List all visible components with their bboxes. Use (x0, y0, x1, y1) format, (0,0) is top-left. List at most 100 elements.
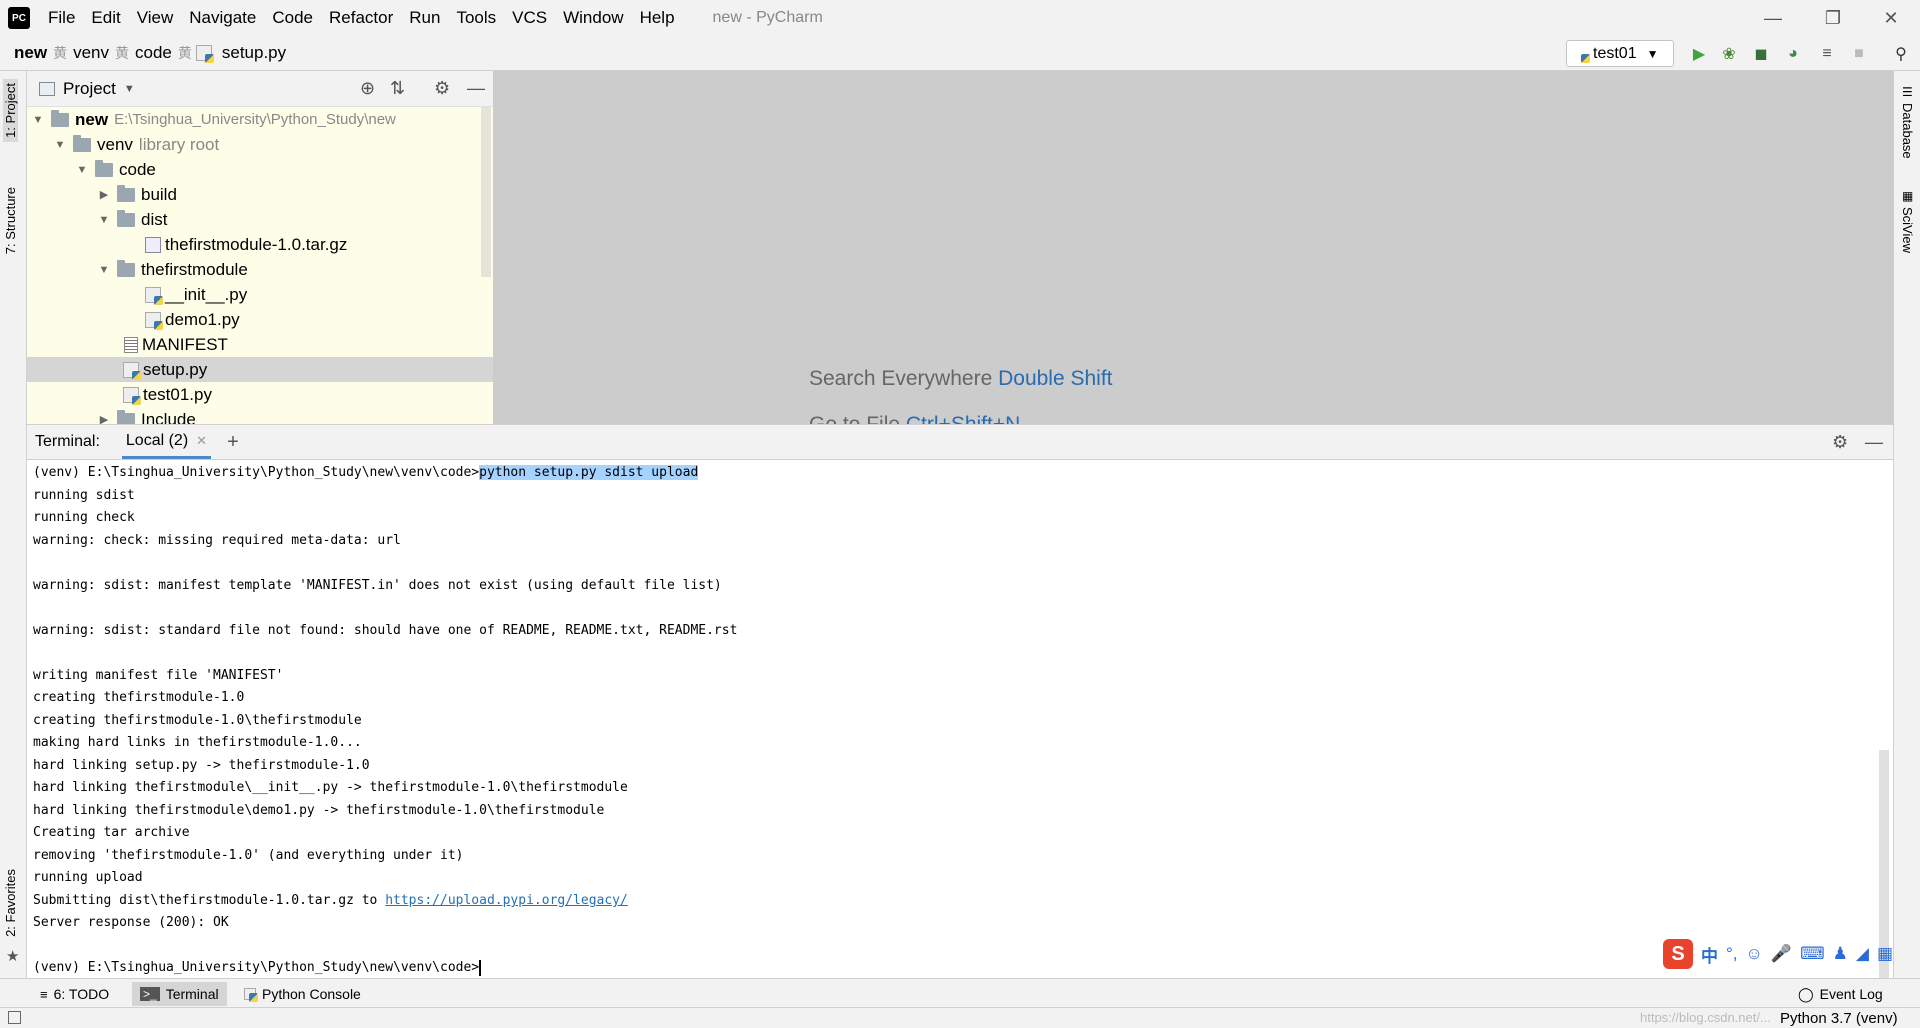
breadcrumb-new[interactable]: new (8, 43, 53, 63)
hint-shortcut: Ctrl+Shift+N (906, 413, 1020, 424)
menu-vcs[interactable]: VCS (504, 0, 555, 36)
breadcrumb-separator-icon: ⻩ (53, 45, 68, 61)
profile-icon[interactable]: ◕ (1782, 44, 1804, 64)
terminal-command-line: (venv) E:\Tsinghua_University\Python_Stu… (33, 463, 699, 483)
tab-structure[interactable]: 7: Structure (3, 187, 18, 254)
menu-window[interactable]: Window (555, 0, 631, 36)
tree-item-label: dist (141, 209, 168, 229)
tree-item-venv[interactable]: ▼ venv library root (27, 132, 493, 157)
terminal-line: Creating tar archive (33, 825, 190, 840)
tree-item-setup-py[interactable]: setup.py (27, 357, 493, 382)
close-icon[interactable]: ✕ (1866, 0, 1916, 36)
expanded-arrow-icon[interactable]: ▼ (75, 164, 89, 176)
menu-run[interactable]: Run (401, 0, 448, 36)
tree-item-new[interactable]: ▼ new E:\Tsinghua_University\Python_Stud… (27, 107, 493, 132)
right-tool-stripe: ☰ Database ▦ SciView (1893, 71, 1920, 978)
tree-item-dist[interactable]: ▼ dist (27, 207, 493, 232)
ime-language[interactable]: 中 (1701, 942, 1718, 967)
new-session-icon[interactable]: + (227, 431, 239, 454)
coverage-icon[interactable]: ◼ (1750, 44, 1772, 64)
menu-tools[interactable]: Tools (448, 0, 504, 36)
gear-icon[interactable]: ⚙ (434, 78, 450, 99)
tree-item-build[interactable]: ▶ build (27, 182, 493, 207)
run-icon[interactable]: ▶ (1688, 44, 1710, 64)
stop-icon[interactable]: ■ (1848, 44, 1870, 64)
terminal-output[interactable]: (venv) E:\Tsinghua_University\Python_Stu… (27, 460, 1893, 978)
gear-icon[interactable]: ⚙ (1832, 432, 1848, 453)
tree-item-code[interactable]: ▼ code (27, 157, 493, 182)
project-panel-title[interactable]: Project (63, 79, 116, 99)
menu-file[interactable]: File (40, 0, 83, 36)
menu-navigate[interactable]: Navigate (181, 0, 264, 36)
tree-item-label: venv (97, 134, 133, 154)
microphone-icon[interactable]: 🎤 (1771, 944, 1792, 964)
run-configuration-select[interactable]: test01 ▼ (1566, 40, 1674, 67)
close-tab-icon[interactable]: ✕ (196, 433, 207, 449)
restore-icon[interactable]: ❐ (1808, 0, 1858, 36)
terminal-line: running upload (33, 870, 143, 885)
collapsed-arrow-icon[interactable]: ▶ (97, 188, 111, 201)
expanded-arrow-icon[interactable]: ▼ (53, 139, 67, 151)
expanded-arrow-icon[interactable]: ▼ (31, 114, 45, 126)
project-panel: Project ▼ ⊕ ⇅ ⚙ — ▼ new E:\Tsinghua_Univ… (27, 71, 493, 424)
terminal-line: running check (33, 510, 135, 525)
ime-logo-icon[interactable]: S (1663, 939, 1693, 969)
emoji-icon[interactable]: ☺ (1746, 944, 1763, 964)
tab-database[interactable]: Database (1900, 103, 1915, 159)
expanded-arrow-icon[interactable]: ▼ (97, 264, 111, 276)
tab-project[interactable]: 1: Project (3, 79, 18, 142)
terminal-prompt: (venv) E:\Tsinghua_University\Python_Stu… (33, 960, 480, 975)
breadcrumb-venv[interactable]: venv (67, 43, 115, 63)
hide-icon[interactable]: — (1865, 432, 1883, 453)
chevron-down-icon[interactable]: ▼ (124, 83, 135, 95)
list-icon: ≡ (40, 986, 48, 1002)
tree-item-test01-py[interactable]: test01.py (27, 382, 493, 407)
concurrency-icon[interactable]: ≡ (1816, 44, 1838, 64)
toggle-tool-windows-icon[interactable] (8, 1011, 21, 1024)
collapsed-arrow-icon[interactable]: ▶ (97, 413, 111, 424)
tab-todo[interactable]: ≡ 6: TODO (32, 982, 117, 1006)
menu-code[interactable]: Code (264, 0, 321, 36)
folder-icon (51, 109, 69, 127)
tab-event-log[interactable]: ◯ Event Log (1790, 982, 1891, 1006)
python-interpreter[interactable]: Python 3.7 (venv) (1780, 1010, 1898, 1027)
collapse-all-icon[interactable]: ⇅ (390, 78, 405, 99)
project-tree: ▼ new E:\Tsinghua_University\Python_Stud… (27, 107, 493, 424)
menu-view[interactable]: View (129, 0, 182, 36)
debug-icon[interactable]: ❀ (1718, 44, 1740, 64)
breadcrumb-code[interactable]: code (129, 43, 178, 63)
breadcrumb-setup-py[interactable]: setup.py (216, 43, 292, 63)
menu-refactor[interactable]: Refactor (321, 0, 401, 36)
apps-icon[interactable]: ▦ (1877, 944, 1893, 964)
locate-icon[interactable]: ⊕ (360, 78, 375, 99)
tree-item-thefirstmodule[interactable]: ▼ thefirstmodule (27, 257, 493, 282)
skin-icon[interactable]: ◢ (1856, 944, 1869, 964)
punctuation-icon[interactable]: °, (1726, 944, 1738, 964)
terminal-line: creating thefirstmodule-1.0 (33, 690, 245, 705)
tab-local-2[interactable]: Local (2) ✕ (121, 425, 212, 459)
tab-python-console[interactable]: Python Console (236, 982, 369, 1006)
terminal-line: warning: check: missing required meta-da… (33, 533, 401, 548)
minimize-icon[interactable]: — (1748, 0, 1798, 36)
tab-favorites[interactable]: 2: Favorites (3, 869, 18, 937)
tab-sciview[interactable]: SciView (1900, 207, 1915, 253)
database-icon: ☰ (1902, 85, 1913, 99)
expanded-arrow-icon[interactable]: ▼ (97, 214, 111, 226)
user-icon[interactable]: ♟ (1833, 944, 1848, 964)
hide-icon[interactable]: — (467, 78, 485, 99)
tree-item-manifest[interactable]: MANIFEST (27, 332, 493, 357)
tree-item-tar-gz[interactable]: thefirstmodule-1.0.tar.gz (27, 232, 493, 257)
hint-label: Search Everywhere (809, 367, 993, 390)
menu-edit[interactable]: Edit (83, 0, 128, 36)
keyboard-icon[interactable]: ⌨ (1800, 944, 1825, 964)
tree-item-include[interactable]: ▶ Include (27, 407, 493, 424)
pypi-upload-link[interactable]: https://upload.pypi.org/legacy/ (385, 893, 628, 908)
tab-label: 6: TODO (53, 986, 110, 1002)
menu-help[interactable]: Help (632, 0, 683, 36)
tab-terminal[interactable]: >_ Terminal (132, 982, 227, 1006)
search-icon[interactable]: ⚲ (1890, 44, 1912, 64)
terminal-line: hard linking setup.py -> thefirstmodule-… (33, 758, 370, 773)
tree-scrollbar[interactable] (481, 107, 491, 277)
tree-item-demo1-py[interactable]: demo1.py (27, 307, 493, 332)
tree-item-init-py[interactable]: __init__.py (27, 282, 493, 307)
